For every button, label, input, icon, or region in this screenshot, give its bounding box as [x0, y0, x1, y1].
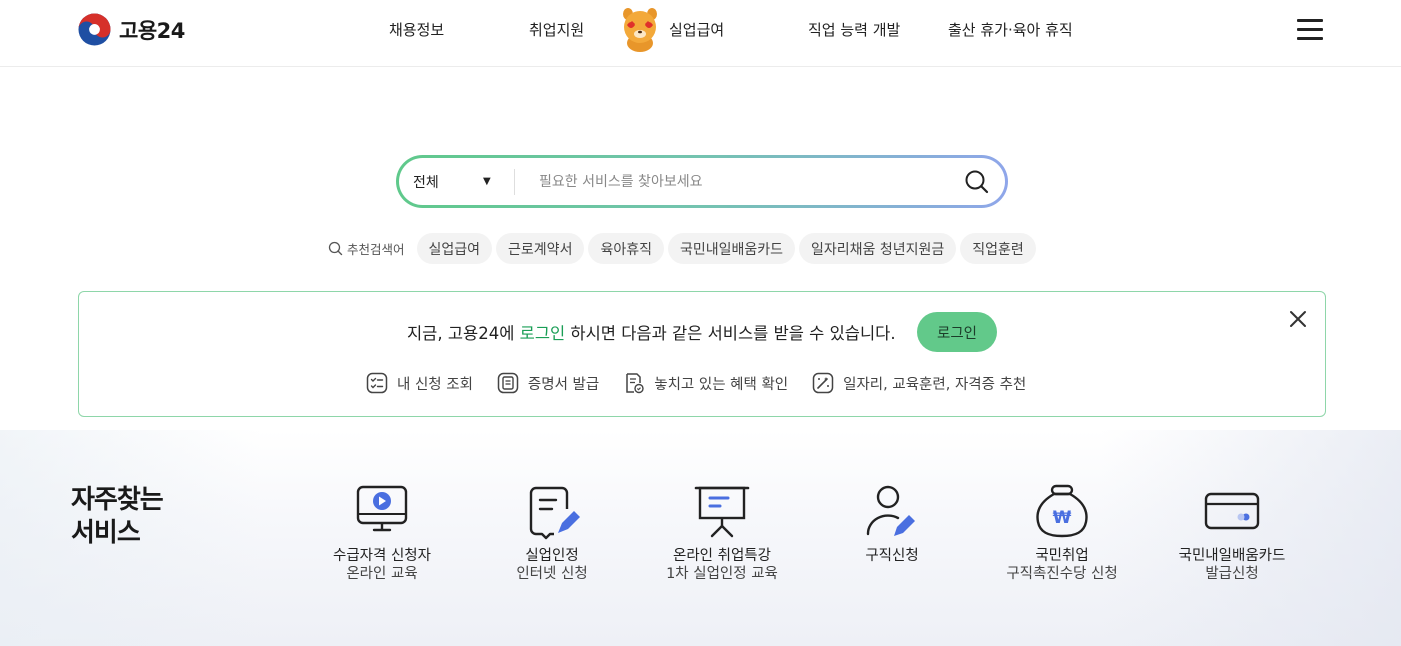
site-header: 고용24 채용정보 취업지원 실업급여 직업 능력 개발 출산 휴가·육아 휴직: [0, 0, 1401, 67]
keyword-chip[interactable]: 직업훈련: [960, 233, 1036, 264]
service-sublabel: 발급신청: [1205, 566, 1259, 582]
search-input[interactable]: [539, 170, 949, 194]
feature-label: 내 신청 조회: [397, 376, 473, 393]
login-promo-banner: 지금, 고용24에 로그인 하시면 다음과 같은 서비스를 받을 수 있습니다.…: [78, 291, 1326, 417]
money-bag-icon: ₩: [1036, 484, 1088, 538]
taegeuk-logo-icon: [78, 13, 111, 46]
service-label: 수급자격 신청자: [333, 548, 431, 564]
login-feature-list: 내 신청 조회 증명서 발급 놓치고 있는 혜택 확인 일자리, 교육훈련, 자…: [366, 372, 1050, 394]
service-label: 온라인 취업특강: [673, 548, 771, 564]
caret-down-icon: ▼: [483, 176, 491, 187]
service-national-employment[interactable]: ₩ 국민취업 구직촉진수당 신청: [982, 484, 1142, 584]
site-logo[interactable]: 고용24: [78, 13, 185, 46]
nav-maternity-parental-leave[interactable]: 출산 휴가·육아 휴직: [948, 19, 1073, 40]
service-label: 구직신청: [865, 548, 919, 564]
service-sublabel: 인터넷 신청: [516, 566, 588, 582]
magic-wand-icon: [812, 372, 834, 394]
feature-label: 증명서 발급: [527, 376, 600, 393]
service-learning-card[interactable]: 국민내일배움카드 발급신청: [1152, 484, 1312, 584]
keyword-chip[interactable]: 근로계약서: [496, 233, 585, 264]
search-scope-select[interactable]: 전체: [413, 158, 513, 205]
nav-employment-support[interactable]: 취업지원: [529, 19, 584, 40]
benefit-doc-icon: [626, 373, 644, 394]
service-unemployment-recognition[interactable]: 실업인정 인터넷 신청: [472, 484, 632, 584]
card-icon: [1204, 492, 1260, 530]
nav-unemployment-benefit[interactable]: 실업급여: [669, 19, 724, 40]
feature-recommendations[interactable]: 일자리, 교육훈련, 자격증 추천: [812, 372, 1026, 394]
service-online-lecture[interactable]: 온라인 취업특강 1차 실업인정 교육: [642, 484, 802, 584]
search-divider: [514, 169, 515, 195]
feature-my-applications[interactable]: 내 신청 조회: [366, 372, 473, 394]
nav-vocational-training[interactable]: 직업 능력 개발: [808, 19, 900, 40]
service-label: 국민내일배움카드: [1178, 548, 1286, 564]
person-pen-icon: [866, 485, 915, 536]
login-promo-message: 지금, 고용24에 로그인 하시면 다음과 같은 서비스를 받을 수 있습니다.: [407, 320, 896, 344]
svg-text:₩: ₩: [1053, 508, 1072, 528]
video-monitor-icon: [356, 485, 408, 532]
nav-job-info[interactable]: 채용정보: [389, 19, 444, 40]
feature-certificate-issue[interactable]: 증명서 발급: [497, 372, 599, 394]
recommended-keywords: 추천검색어 실업급여 근로계약서 육아휴직 국민내일배움카드 일자리채움 청년지…: [328, 233, 1040, 264]
document-pen-icon: [529, 486, 580, 540]
service-label: 국민취업: [1035, 548, 1089, 564]
recommend-label: 추천검색어: [328, 239, 405, 258]
feature-label: 놓치고 있는 혜택 확인: [654, 376, 789, 393]
feature-missed-benefits[interactable]: 놓치고 있는 혜택 확인: [623, 372, 788, 394]
search-scope-value: 전체: [413, 174, 439, 191]
service-sublabel: 1차 실업인정 교육: [666, 566, 778, 582]
keyword-chip[interactable]: 실업급여: [416, 233, 493, 264]
logo-text: 고용24: [119, 18, 185, 43]
feature-label: 일자리, 교육훈련, 자격증 추천: [843, 376, 1027, 393]
search-bar: 전체 ▼: [396, 155, 1008, 208]
close-icon[interactable]: [1288, 309, 1308, 329]
recommend-label-text: 추천검색어: [347, 242, 405, 257]
hamburger-menu-button[interactable]: [1297, 19, 1323, 41]
certificate-icon: [497, 372, 519, 394]
keyword-chip[interactable]: 육아휴직: [588, 233, 664, 264]
service-sublabel: 온라인 교육: [346, 566, 418, 582]
search-small-icon: [328, 241, 343, 256]
login-msg-highlight: 로그인: [519, 324, 566, 343]
mascot-character-icon: [623, 8, 657, 52]
login-msg-prefix: 지금, 고용24에: [407, 324, 520, 343]
login-button[interactable]: 로그인: [917, 312, 997, 352]
service-sublabel: 구직촉진수당 신청: [1006, 566, 1118, 582]
service-job-application[interactable]: 구직신청: [812, 484, 972, 565]
service-label: 실업인정: [525, 548, 579, 564]
hamburger-icon: [1297, 19, 1323, 22]
service-online-education[interactable]: 수급자격 신청자 온라인 교육: [302, 484, 462, 584]
login-msg-suffix: 하시면 다음과 같은 서비스를 받을 수 있습니다.: [565, 324, 896, 343]
search-icon[interactable]: [963, 168, 991, 196]
checklist-icon: [366, 372, 388, 394]
presentation-board-icon: [694, 486, 750, 538]
keyword-chip[interactable]: 일자리채움 청년지원금: [799, 233, 957, 264]
frequent-services-title: 자주찾는 서비스: [71, 485, 164, 548]
keyword-chip[interactable]: 국민내일배움카드: [667, 233, 796, 264]
